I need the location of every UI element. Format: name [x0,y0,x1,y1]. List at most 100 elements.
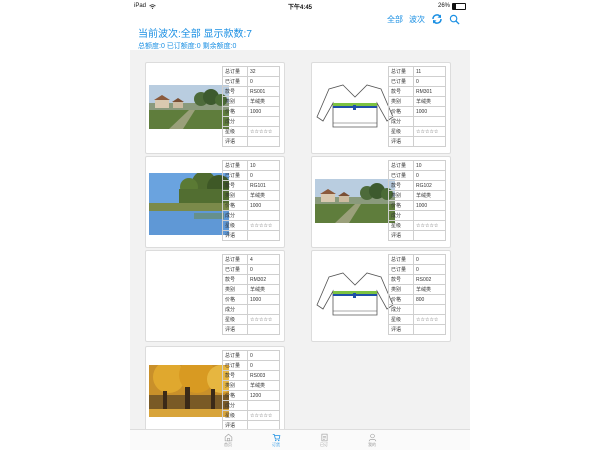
info-label: 类别 [222,96,248,107]
info-row: 已订量 0 [222,360,280,371]
info-row: 已订量 0 [388,76,446,87]
product-card[interactable]: 总订量 10 已订量 0 款号 RG102 类别 羊绒类 价格 1000 成分 星级 ☆☆☆☆☆ 评语 [311,156,451,248]
info-label: 成分 [222,116,248,127]
product-grid: 总订量 32 已订量 0 款号 RS001 类别 羊绒类 价格 1000 成分 星级 ☆☆☆☆☆ 评语 总订… [130,50,470,438]
info-value-comment[interactable] [247,136,280,147]
info-value-material [247,116,280,127]
info-value-rating[interactable]: ☆☆☆☆☆ [247,220,280,231]
info-value-total: 11 [413,66,446,77]
product-card[interactable]: 总订量 32 已订量 0 款号 RS001 类别 羊绒类 价格 1000 成分 星级 ☆☆☆☆☆ 评语 [145,62,285,154]
all-button[interactable]: 全部 [387,14,403,25]
info-value-comment[interactable] [247,230,280,241]
info-value-rating[interactable]: ☆☆☆☆☆ [247,410,280,421]
tab-order[interactable]: 订货 [266,430,286,450]
info-row: 总订量 11 [388,66,446,77]
info-value-comment[interactable] [413,230,446,241]
info-row: 评语 [222,230,280,241]
info-row: 星级 ☆☆☆☆☆ [222,314,280,325]
info-row: 星级 ☆☆☆☆☆ [388,126,446,137]
product-info-table: 总订量 0 已订量 0 款号 RS002 类别 羊绒类 价格 800 成分 星级 ☆☆☆☆☆ 评语 [388,254,446,335]
wave-button[interactable]: 波次 [409,14,425,25]
info-row: 类别 羊绒类 [388,284,446,295]
product-info-table: 总订量 11 已订量 0 款号 RM301 类别 羊绒类 价格 1000 成分 星级 ☆☆☆☆☆ 评语 [388,66,446,147]
info-label: 成分 [222,400,248,411]
info-row: 款号 RM302 [222,274,280,285]
info-row: 总订量 4 [222,254,280,265]
info-value-total: 0 [247,350,280,361]
info-label: 已订量 [388,170,414,181]
product-card[interactable]: 总订量 0 已订量 0 款号 RS003 类别 羊绒类 价格 1200 成分 星级 ☆☆☆☆☆ 评语 [145,346,285,438]
info-label: 成分 [222,210,248,221]
info-label: 类别 [388,190,414,201]
info-row: 评语 [222,324,280,335]
info-value-comment[interactable] [413,324,446,335]
info-row: 款号 RG102 [388,180,446,191]
info-label: 款号 [222,370,248,381]
info-value-rating[interactable]: ☆☆☆☆☆ [247,126,280,137]
info-label: 类别 [222,380,248,391]
info-value-comment[interactable] [247,324,280,335]
info-label: 类别 [388,284,414,295]
info-value-ordered: 0 [413,170,446,181]
info-value-category: 羊绒类 [413,96,446,107]
tab-profile[interactable]: 我的 [362,430,382,450]
info-label: 总订量 [388,66,414,77]
info-value-material [247,400,280,411]
info-label: 价格 [388,294,414,305]
info-value-code: RS001 [247,86,280,97]
info-value-price: 1000 [247,106,280,117]
info-value-category: 羊绒类 [413,190,446,201]
product-card[interactable]: 总订量 11 已订量 0 款号 RM301 类别 羊绒类 价格 1000 成分 星级 ☆☆☆☆☆ 评语 [311,62,451,154]
info-row: 款号 RM301 [388,86,446,97]
home-icon [224,433,232,441]
info-value-material [413,210,446,221]
info-label: 款号 [388,274,414,285]
info-row: 类别 羊绒类 [388,96,446,107]
info-label: 总订量 [222,254,248,265]
info-value-category: 羊绒类 [247,96,280,107]
product-image-landscape-photo[interactable] [149,85,229,129]
info-row: 成分 [222,304,280,315]
top-nav: 全部 波次 [130,12,470,26]
info-label: 类别 [222,284,248,295]
info-value-rating[interactable]: ☆☆☆☆☆ [413,220,446,231]
battery-icon [452,2,466,10]
info-label: 已订量 [388,76,414,87]
info-row: 价格 1000 [222,294,280,305]
product-image-autumn-tree-photo[interactable] [149,357,235,417]
product-card[interactable]: 总订量 4 已订量 0 款号 RM302 类别 羊绒类 价格 1000 成分 星级 ☆☆☆☆☆ 评语 [145,250,285,342]
info-label: 款号 [222,180,248,191]
info-value-ordered: 0 [247,170,280,181]
info-label: 评语 [222,230,248,241]
info-label: 星级 [222,126,248,137]
info-value-rating[interactable]: ☆☆☆☆☆ [413,314,446,325]
tab-home[interactable]: 首页 [218,430,238,450]
info-row: 总订量 10 [388,160,446,171]
user-icon [368,433,376,441]
info-value-comment[interactable] [413,136,446,147]
info-row: 类别 羊绒类 [222,284,280,295]
info-row: 已订量 0 [222,170,280,181]
product-image-sweater-sketch[interactable] [315,81,395,131]
product-card[interactable]: 总订量 0 已订量 0 款号 RS002 类别 羊绒类 价格 800 成分 星级 ☆☆☆☆☆ 评语 [311,250,451,342]
info-value-total: 32 [247,66,280,77]
info-value-material [413,304,446,315]
product-image-sweater-sketch[interactable] [315,269,395,319]
search-icon[interactable] [449,14,460,25]
info-row: 成分 [222,210,280,221]
info-value-rating[interactable]: ☆☆☆☆☆ [413,126,446,137]
info-label: 款号 [222,274,248,285]
info-value-category: 羊绒类 [413,284,446,295]
refresh-icon[interactable] [431,13,443,25]
product-image-landscape-photo[interactable] [315,179,395,223]
page-title: 当前波次:全部 显示款数:7 [138,29,252,40]
product-image-lake-photo[interactable] [149,171,231,235]
info-label: 成分 [388,210,414,221]
info-row: 总订量 0 [388,254,446,265]
info-label: 总订量 [222,66,248,77]
info-value-total: 10 [413,160,446,171]
product-card[interactable]: 总订量 10 已订量 0 款号 RG101 类别 羊绒类 价格 1000 成分 星级 ☆☆☆☆☆ 评语 [145,156,285,248]
info-value-rating[interactable]: ☆☆☆☆☆ [247,314,280,325]
tab-ordered[interactable]: 已订 [314,430,334,450]
info-row: 星级 ☆☆☆☆☆ [222,126,280,137]
